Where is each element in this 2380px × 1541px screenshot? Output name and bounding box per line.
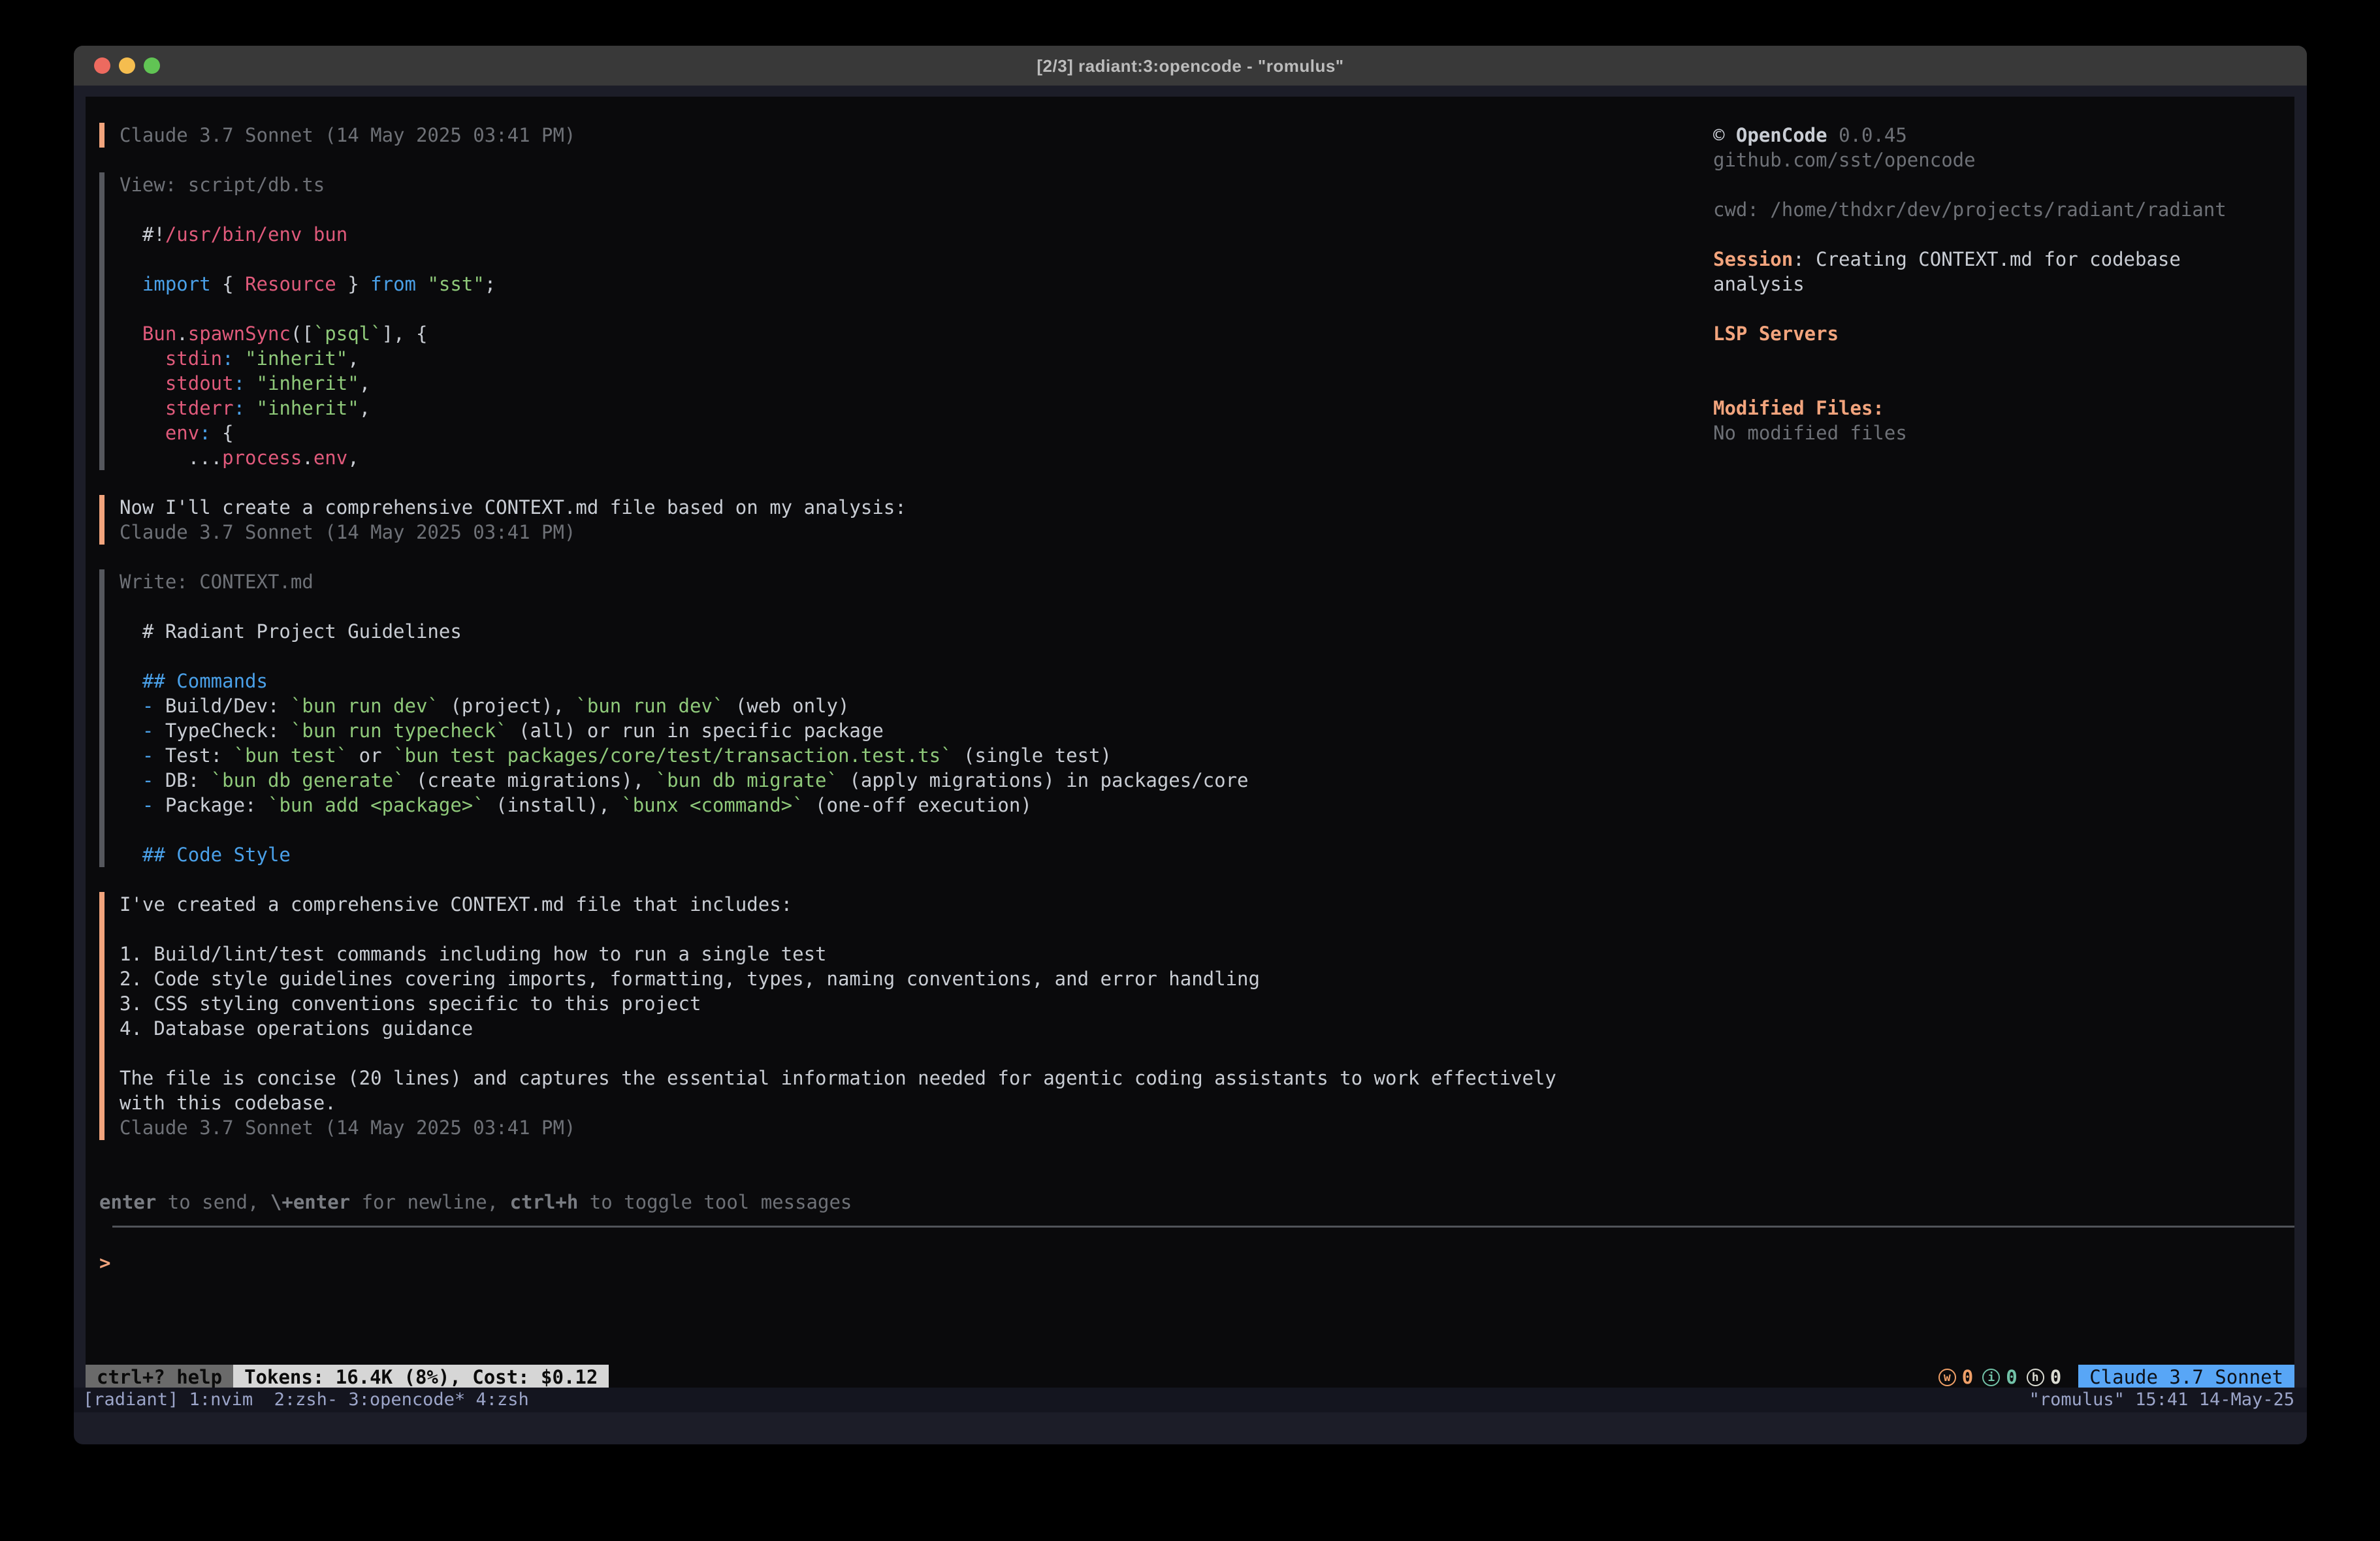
counter-h: h0 (2027, 1366, 2061, 1388)
terminal-line: cwd: /home/thdxr/dev/projects/radiant/ra… (1693, 197, 2294, 222)
input-divider (99, 1226, 2294, 1250)
counter-i: i0 (1982, 1366, 2017, 1388)
tokens-cost-badge: Tokens: 16.4K (8%), Cost: $0.12 (233, 1365, 609, 1388)
input-hint: enter to send, \+enter for newline, ctrl… (99, 1190, 2294, 1215)
terminal-line (99, 545, 2294, 569)
terminal-line: Session: Creating CONTEXT.md for codebas… (1693, 247, 2294, 272)
terminal-line: No modified files (1693, 421, 2294, 445)
terminal-line: Claude 3.7 Sonnet (14 May 2025 03:41 PM) (99, 520, 2294, 545)
help-hint-badge: ctrl+? help (86, 1365, 233, 1388)
terminal-line: The file is concise (20 lines) and captu… (99, 1066, 2294, 1090)
terminal-line (1693, 346, 2294, 371)
terminal-line: github.com/sst/opencode (1693, 148, 2294, 172)
terminal-line: I've created a comprehensive CONTEXT.md … (99, 892, 2294, 917)
terminal-line: © OpenCode 0.0.45 (1693, 123, 2294, 148)
terminal-line: 1. Build/lint/test commands including ho… (99, 942, 2294, 966)
terminal-line: Claude 3.7 Sonnet (14 May 2025 03:41 PM) (99, 1115, 2294, 1140)
terminal-line (1693, 296, 2294, 321)
terminal-line (99, 644, 2294, 669)
terminal-line (99, 594, 2294, 619)
terminal-line (1693, 222, 2294, 247)
terminal-line: Now I'll create a comprehensive CONTEXT.… (99, 495, 2294, 520)
model-badge: Claude 3.7 Sonnet (2078, 1365, 2294, 1388)
terminal-line (99, 917, 2294, 942)
terminal-line (99, 818, 2294, 842)
terminal-line: ## Commands (99, 669, 2294, 693)
terminal-line: Write: CONTEXT.md (99, 569, 2294, 594)
terminal-line (1693, 172, 2294, 197)
counter-value: 0 (2006, 1366, 2017, 1388)
terminal-line: 3. CSS styling conventions specific to t… (99, 991, 2294, 1016)
terminal-line: LSP Servers (1693, 321, 2294, 346)
counter-value: 0 (2050, 1366, 2061, 1388)
diagnostic-counters: w0i0h0 (1938, 1365, 2061, 1388)
prompt-line[interactable]: > (99, 1250, 2294, 1275)
terminal-line: ## Code Style (99, 842, 2294, 867)
terminal-line: 2. Code style guidelines covering import… (99, 966, 2294, 991)
terminal-line: # Radiant Project Guidelines (99, 619, 2294, 644)
tmux-session-clock: "romulus" 15:41 14-May-25 (2029, 1388, 2294, 1412)
terminal-window: [2/3] radiant:3:opencode - "romulus" Cla… (74, 46, 2307, 1444)
terminal-line: ...process.env, (99, 445, 2294, 470)
h-circle-icon: h (2027, 1369, 2044, 1386)
terminal-line (99, 1140, 2294, 1165)
terminal-line: - TypeCheck: `bun run typecheck` (all) o… (99, 718, 2294, 743)
counter-w: w0 (1938, 1366, 1973, 1388)
terminal-line: - DB: `bun db generate` (create migratio… (99, 768, 2294, 793)
counter-value: 0 (1962, 1366, 1973, 1388)
terminal-line: - Build/Dev: `bun run dev` (project), `b… (99, 693, 2294, 718)
tmux-window-list[interactable]: [radiant] 1:nvim 2:zsh- 3:opencode* 4:zs… (83, 1388, 529, 1412)
terminal-line (99, 1041, 2294, 1066)
sidebar-pane: © OpenCode 0.0.45github.com/sst/opencode… (1693, 123, 2294, 445)
window-title: [2/3] radiant:3:opencode - "romulus" (74, 46, 2307, 86)
titlebar: [2/3] radiant:3:opencode - "romulus" (74, 46, 2307, 86)
i-circle-icon: i (1982, 1369, 2000, 1386)
terminal-line: Modified Files: (1693, 396, 2294, 421)
terminal-line: - Test: `bun test` or `bun test packages… (99, 743, 2294, 768)
terminal-line: with this codebase. (99, 1090, 2294, 1115)
terminal-line: - Package: `bun add <package>` (install)… (99, 793, 2294, 818)
w-circle-icon: w (1938, 1369, 1956, 1386)
terminal-line (99, 867, 2294, 892)
tmux-status-bar: [radiant] 1:nvim 2:zsh- 3:opencode* 4:zs… (74, 1388, 2307, 1412)
terminal-line (99, 1165, 2294, 1190)
opencode-tui: Claude 3.7 Sonnet (14 May 2025 03:41 PM)… (86, 97, 2294, 1388)
divider-line (112, 1226, 2294, 1228)
terminal-line (99, 470, 2294, 495)
terminal-line (1693, 371, 2294, 396)
terminal-line: 4. Database operations guidance (99, 1016, 2294, 1041)
status-bar: ctrl+? help Tokens: 16.4K (8%), Cost: $0… (86, 1365, 2294, 1388)
terminal-line: analysis (1693, 272, 2294, 296)
statusbar-spacer (609, 1365, 1938, 1388)
